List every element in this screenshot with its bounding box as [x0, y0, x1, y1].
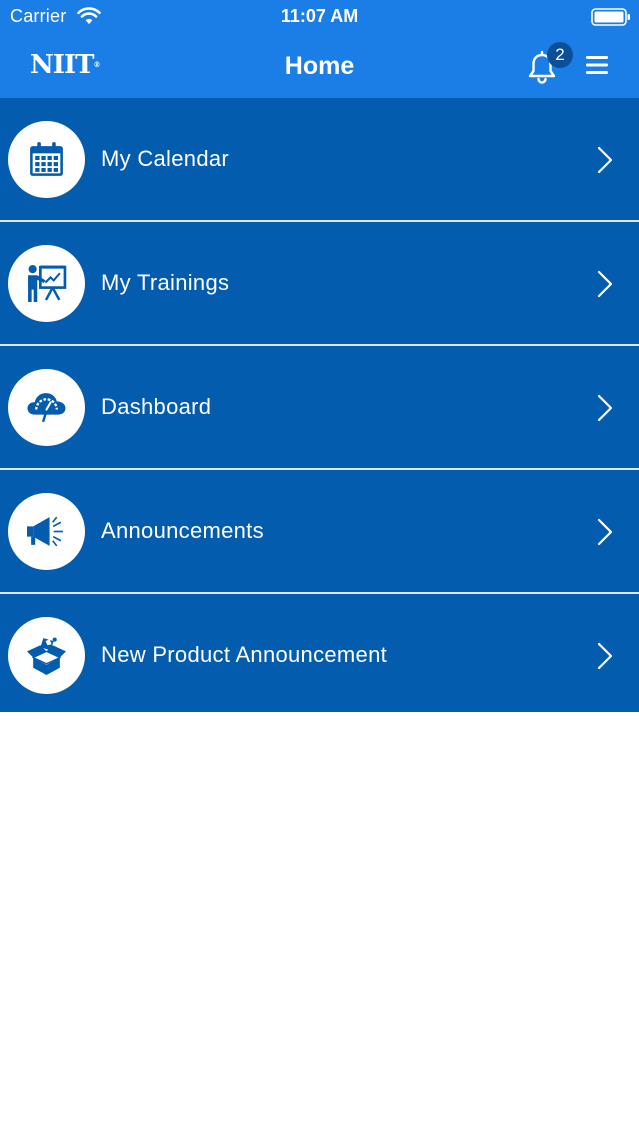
- chevron-right-icon: [597, 146, 613, 174]
- menu-item-new-product-announcement[interactable]: New Product Announcement: [0, 594, 639, 712]
- battery-icon: [591, 8, 630, 26]
- cloud-gauge-icon: [27, 393, 66, 423]
- megaphone-icon: [27, 516, 63, 547]
- notification-badge[interactable]: 2: [547, 42, 573, 68]
- menu-item-announcements[interactable]: Announcements: [0, 470, 639, 594]
- home-menu-list: My Calendar My Trainings Dashboard Annou…: [0, 98, 639, 712]
- menu-item-label: Announcements: [101, 518, 264, 543]
- menu-icon-circle: [8, 121, 85, 198]
- status-bar: Carrier 11:07 AM: [0, 0, 639, 34]
- chevron-right-icon: [597, 518, 613, 546]
- chevron-right-icon: [597, 642, 613, 670]
- menu-item-my-calendar[interactable]: My Calendar: [0, 98, 639, 222]
- menu-icon-circle: [8, 493, 85, 570]
- menu-icon-circle: [8, 617, 85, 694]
- menu-item-label: New Product Announcement: [101, 642, 388, 667]
- chevron-right-icon: [597, 270, 613, 298]
- navigation-bar: NIIT® Home 2: [0, 34, 639, 98]
- open-box-icon: [27, 637, 66, 675]
- menu-item-label: My Calendar: [101, 146, 230, 171]
- menu-icon-circle: [8, 369, 85, 446]
- presentation-icon: [28, 265, 67, 302]
- menu-item-label: Dashboard: [101, 394, 212, 419]
- chevron-right-icon: [597, 394, 613, 422]
- calendar-icon: [30, 142, 63, 176]
- menu-item-my-trainings[interactable]: My Trainings: [0, 222, 639, 346]
- menu-item-label: My Trainings: [101, 270, 230, 295]
- hamburger-menu-icon[interactable]: [585, 54, 609, 76]
- menu-item-dashboard[interactable]: Dashboard: [0, 346, 639, 470]
- status-time: 11:07 AM: [280, 6, 359, 26]
- menu-icon-circle: [8, 245, 85, 322]
